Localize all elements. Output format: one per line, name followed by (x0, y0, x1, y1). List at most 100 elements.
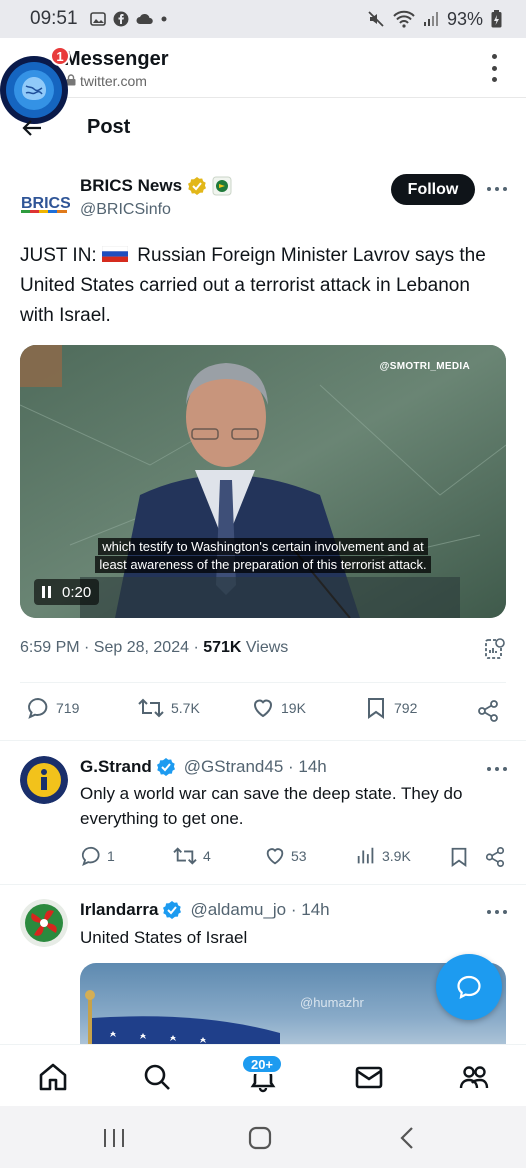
russia-flag-icon (102, 246, 128, 262)
back-arrow-icon[interactable] (20, 116, 44, 140)
share-icon[interactable] (476, 699, 500, 723)
tweet-actions: 719 5.7K 19K 792 (0, 696, 526, 726)
communities-icon[interactable] (458, 1061, 490, 1093)
tweet-timestamp: 6:59 PM · Sep 28, 2024 · (20, 639, 204, 656)
browser-app-title: Messenger (64, 48, 169, 70)
brics-avatar[interactable]: BRICS (20, 184, 70, 216)
system-indicators: 93% (367, 9, 502, 30)
reply-repost-count: 4 (203, 848, 211, 864)
tweet-text-prefix: JUST IN: (20, 245, 97, 266)
repost-icon (138, 698, 164, 718)
chat-bubble-icon (457, 975, 481, 999)
pause-icon (42, 586, 51, 598)
reply-views-count: 3.9K (382, 848, 411, 864)
gallery-icon (89, 12, 106, 26)
reply-icon (28, 697, 48, 719)
browser-menu-button[interactable] (490, 54, 498, 82)
affiliate-badge-icon (212, 176, 232, 196)
bookmark-icon[interactable] (448, 846, 470, 868)
chat-head-badge: 1 (50, 46, 70, 66)
like-button[interactable]: 19K (251, 696, 306, 720)
wifi-icon (393, 10, 415, 28)
follow-button[interactable]: Follow (391, 174, 475, 205)
media-watermark: @humazhr (300, 995, 364, 1010)
dot-icon (161, 16, 167, 22)
repost-count: 5.7K (171, 700, 200, 716)
reply-views-button[interactable]: 3.9K (355, 845, 411, 867)
divider (20, 682, 506, 683)
tweet-meta: 6:59 PM · Sep 28, 2024 · 571K Views (20, 639, 288, 657)
reply-text: Only a world war can save the deep state… (80, 784, 463, 828)
share-icon[interactable] (484, 846, 506, 868)
facebook-icon (113, 11, 129, 27)
home-button-icon[interactable] (248, 1126, 272, 1150)
video-watermark: @SMOTRI_MEDIA (379, 361, 470, 372)
battery-percent: 93% (446, 8, 483, 29)
floating-chat-button[interactable] (436, 954, 502, 1020)
reply-author-name: G.Strand (80, 757, 152, 776)
reply-author-name: Irlandarra (80, 900, 159, 919)
repost-icon (173, 847, 197, 865)
repost-button[interactable]: 5.7K (137, 696, 200, 720)
reply-author-row[interactable]: G.Strand @GStrand45 · 14h (80, 757, 327, 777)
page-title: Post (87, 116, 131, 138)
battery-icon (491, 10, 502, 28)
messages-icon[interactable] (353, 1061, 385, 1093)
brics-avatar-text: BRICS (21, 195, 70, 212)
verified-gold-icon (188, 177, 207, 195)
notifications-badge: 20+ (241, 1054, 283, 1074)
reply-like-button[interactable]: 53 (264, 845, 307, 867)
analytics-icon[interactable] (483, 637, 507, 661)
system-navigation-bar (0, 1106, 526, 1168)
back-button-icon[interactable] (398, 1126, 418, 1150)
heart-icon (253, 699, 273, 718)
tweet-text: JUST IN: Russian Foreign Minister Lavrov… (20, 241, 500, 331)
views-count: 571K (203, 639, 242, 656)
recent-apps-icon[interactable] (102, 1127, 126, 1149)
section-separator (0, 740, 526, 741)
bookmark-icon (368, 698, 384, 719)
author-name: BRICS News (80, 176, 183, 195)
verified-blue-icon (163, 901, 182, 919)
reply-more-icon[interactable] (487, 766, 507, 772)
reply-repost-button[interactable]: 4 (172, 845, 211, 867)
notification-icons (89, 11, 167, 27)
reply-button[interactable]: 719 (26, 696, 79, 720)
reply-text: United States of Israel (80, 928, 248, 947)
heart-icon (266, 848, 284, 865)
post-header: Post (0, 104, 526, 152)
bottom-nav: 20+ (0, 1044, 526, 1106)
reply-icon (81, 846, 100, 866)
video-time: 0:20 (62, 583, 92, 601)
tweet-more-icon[interactable] (487, 186, 507, 192)
search-icon[interactable] (141, 1061, 173, 1093)
reply-count: 719 (56, 700, 80, 716)
video-subtitles: which testify to Washington's certain in… (78, 538, 448, 574)
reply-reply-count: 1 (107, 848, 115, 864)
home-icon[interactable] (37, 1061, 69, 1093)
reply-author-row[interactable]: Irlandarra @aldamu_jo · 14h (80, 900, 330, 920)
bookmark-button[interactable]: 792 (364, 696, 417, 720)
reply-avatar-irlandarra[interactable] (20, 899, 68, 947)
reply-like-count: 53 (291, 848, 307, 864)
signal-icon (423, 12, 438, 26)
section-separator (0, 884, 526, 885)
author-name-row[interactable]: BRICS News (80, 176, 232, 196)
views-bar-icon (357, 847, 374, 864)
reply-author-handle: @aldamu_jo · 14h (190, 900, 330, 919)
status-bar: 09:51 93% (0, 0, 526, 38)
subtitle-line-2: least awareness of the preparation of th… (95, 556, 431, 573)
browser-url: twitter.com (80, 73, 147, 89)
reply-avatar-gstrand[interactable] (20, 756, 68, 804)
subtitle-line-1: which testify to Washington's certain in… (98, 538, 428, 555)
video-timer[interactable]: 0:20 (34, 579, 100, 605)
status-time: 09:51 (30, 8, 78, 29)
verified-blue-icon (156, 758, 175, 776)
reply-more-icon[interactable] (487, 909, 507, 915)
reply-reply-button[interactable]: 1 (80, 845, 115, 867)
messenger-browser-bar: Messenger twitter.com (0, 38, 526, 98)
tweet-video[interactable]: @SMOTRI_MEDIA which testify to Washingto… (20, 345, 506, 618)
reply-author-handle: @GStrand45 · 14h (183, 757, 327, 776)
bookmark-count: 792 (394, 700, 418, 716)
views-label: Views (241, 639, 289, 656)
